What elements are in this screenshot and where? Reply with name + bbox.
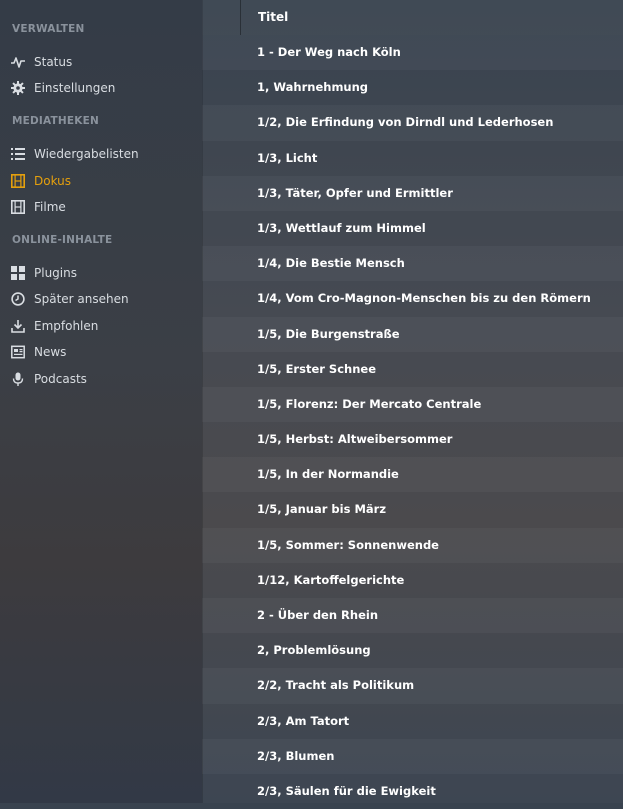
sidebar-item-news[interactable]: News xyxy=(10,341,195,363)
sidebar-item-einstellungen[interactable]: Einstellungen xyxy=(10,77,195,99)
table-row[interactable]: 1/5, Erster Schnee xyxy=(202,352,623,387)
table-row[interactable]: 1/4, Vom Cro-Magnon-Menschen bis zu den … xyxy=(202,281,623,316)
table-row[interactable]: 2/3, Säulen für die Ewigkeit xyxy=(202,774,623,809)
table-row[interactable]: 1/5, Die Burgenstraße xyxy=(202,317,623,352)
table-header: Titel xyxy=(202,0,623,35)
table-row[interactable]: 1/5, Herbst: Altweibersommer xyxy=(202,422,623,457)
table-row[interactable]: 1/5, Sommer: Sonnenwende xyxy=(202,528,623,563)
newspaper-icon xyxy=(10,344,26,360)
film-icon xyxy=(10,199,26,215)
sidebar-item-label: Status xyxy=(34,55,73,69)
table-row[interactable]: 2/2, Tracht als Politikum xyxy=(202,668,623,703)
row-title: 1/3, Wettlauf zum Himmel xyxy=(257,220,426,235)
sidebar-item-empfohlen[interactable]: Empfohlen xyxy=(10,315,195,337)
grid-icon xyxy=(10,265,26,281)
clock-icon xyxy=(10,291,26,307)
sidebar-item-wiedergabelisten[interactable]: Wiedergabelisten xyxy=(10,143,195,165)
table-row[interactable]: 1/12, Kartoffelgerichte xyxy=(202,563,623,598)
section-header-mediatheken: Mediatheken xyxy=(12,115,99,127)
column-header-titel[interactable]: Titel xyxy=(258,10,288,24)
row-title: 1, Wahrnehmung xyxy=(257,80,369,95)
sidebar-item-podcasts[interactable]: Podcasts xyxy=(10,368,195,390)
table-row[interactable]: 2/3, Blumen xyxy=(202,739,623,774)
row-title: 2/3, Blumen xyxy=(257,748,335,763)
content-area: Titel 1 - Der Weg nach Köln 1, Wahrnehmu… xyxy=(202,0,623,803)
sidebar-item-plugins[interactable]: Plugins xyxy=(10,262,195,284)
table-row[interactable]: 1/5, Januar bis März xyxy=(202,492,623,527)
sidebar-item-label: Dokus xyxy=(34,174,72,188)
sidebar-item-status[interactable]: Status xyxy=(10,51,195,73)
table-body: 1 - Der Weg nach Köln 1, Wahrnehmung 1/2… xyxy=(202,35,623,809)
sidebar-item-label: Einstellungen xyxy=(34,81,116,95)
table-row[interactable]: 1/3, Licht xyxy=(202,141,623,176)
row-title: 1/5, Florenz: Der Mercato Centrale xyxy=(257,396,482,411)
row-title: 1/12, Kartoffelgerichte xyxy=(257,572,405,587)
sidebar: Verwalten Status Einstellungen Mediathek… xyxy=(0,0,202,803)
table-row[interactable]: 2 - Über den Rhein xyxy=(202,598,623,633)
table-row[interactable]: 2/3, Am Tatort xyxy=(202,704,623,739)
section-header-online-inhalte: Online-Inhalte xyxy=(12,234,113,246)
list-icon xyxy=(10,146,26,162)
row-title: 1/5, Die Burgenstraße xyxy=(257,326,400,341)
sidebar-item-label: Podcasts xyxy=(34,372,87,386)
row-title: 1/5, Sommer: Sonnenwende xyxy=(257,537,439,552)
row-title: 2/2, Tracht als Politikum xyxy=(257,678,415,693)
row-title: 1/5, Herbst: Altweibersommer xyxy=(257,432,453,447)
section-header-verwalten: Verwalten xyxy=(12,23,85,35)
sidebar-item-label: Empfohlen xyxy=(34,319,99,333)
row-title: 1/2, Die Erfindung von Dirndl und Lederh… xyxy=(257,115,554,130)
table-row[interactable]: 1/3, Täter, Opfer und Ermittler xyxy=(202,176,623,211)
table-row[interactable]: 1/2, Die Erfindung von Dirndl und Lederh… xyxy=(202,105,623,140)
table-row[interactable]: 1/3, Wettlauf zum Himmel xyxy=(202,211,623,246)
row-title: 1/5, In der Normandie xyxy=(257,467,399,482)
table-row[interactable]: 1/5, In der Normandie xyxy=(202,457,623,492)
row-title: 1/3, Licht xyxy=(257,150,318,165)
row-title: 1/3, Täter, Opfer und Ermittler xyxy=(257,185,453,200)
film-icon xyxy=(10,173,26,189)
sidebar-item-dokus[interactable]: Dokus xyxy=(10,170,195,192)
column-divider[interactable] xyxy=(240,0,241,35)
table-row[interactable]: 1 - Der Weg nach Köln xyxy=(202,35,623,70)
row-title: 1/5, Januar bis März xyxy=(257,502,387,517)
sidebar-item-label: Plugins xyxy=(34,266,77,280)
row-title: 2 - Über den Rhein xyxy=(257,608,379,622)
row-title: 1/4, Vom Cro-Magnon-Menschen bis zu den … xyxy=(257,291,591,306)
sidebar-item-label: Wiedergabelisten xyxy=(34,147,139,161)
row-title: 1/4, Die Bestie Mensch xyxy=(257,256,405,271)
row-title: 2/3, Am Tatort xyxy=(257,713,350,728)
sidebar-item-label: Filme xyxy=(34,200,66,214)
sidebar-item-label: Später ansehen xyxy=(34,292,129,306)
row-title: 1 - Der Weg nach Köln xyxy=(257,45,401,59)
sidebar-item-filme[interactable]: Filme xyxy=(10,196,195,218)
sidebar-item-label: News xyxy=(34,345,67,359)
microphone-icon xyxy=(10,371,26,387)
row-title: 2/3, Säulen für die Ewigkeit xyxy=(257,783,436,798)
table-row[interactable]: 1/5, Florenz: Der Mercato Centrale xyxy=(202,387,623,422)
table-row[interactable]: 2, Problemlösung xyxy=(202,633,623,668)
row-title: 2, Problemlösung xyxy=(257,643,371,658)
download-icon xyxy=(10,318,26,334)
table-row[interactable]: 1/4, Die Bestie Mensch xyxy=(202,246,623,281)
sidebar-item-spaeter-ansehen[interactable]: Später ansehen xyxy=(10,288,195,310)
row-title: 1/5, Erster Schnee xyxy=(257,361,376,376)
gear-icon xyxy=(10,80,26,96)
activity-icon xyxy=(10,54,26,70)
table-row[interactable]: 1, Wahrnehmung xyxy=(202,70,623,105)
